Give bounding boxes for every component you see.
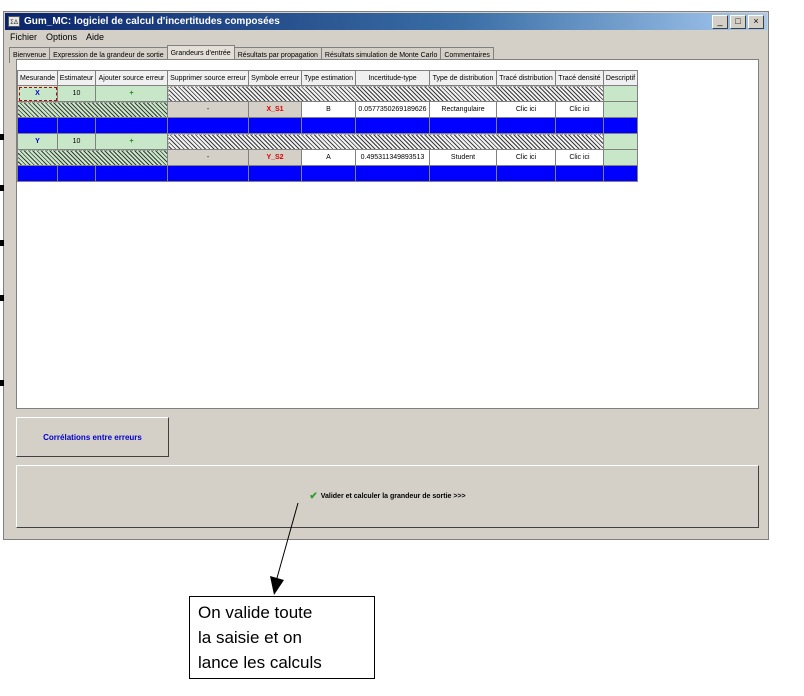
callout-line: On valide toute [198,603,313,622]
callout-box: On valide toute la saisie et on lance le… [189,596,375,679]
callout-line: la saisie et on [198,628,302,647]
callout-arrow [270,502,299,595]
callout-line: lance les calculs [198,653,322,672]
